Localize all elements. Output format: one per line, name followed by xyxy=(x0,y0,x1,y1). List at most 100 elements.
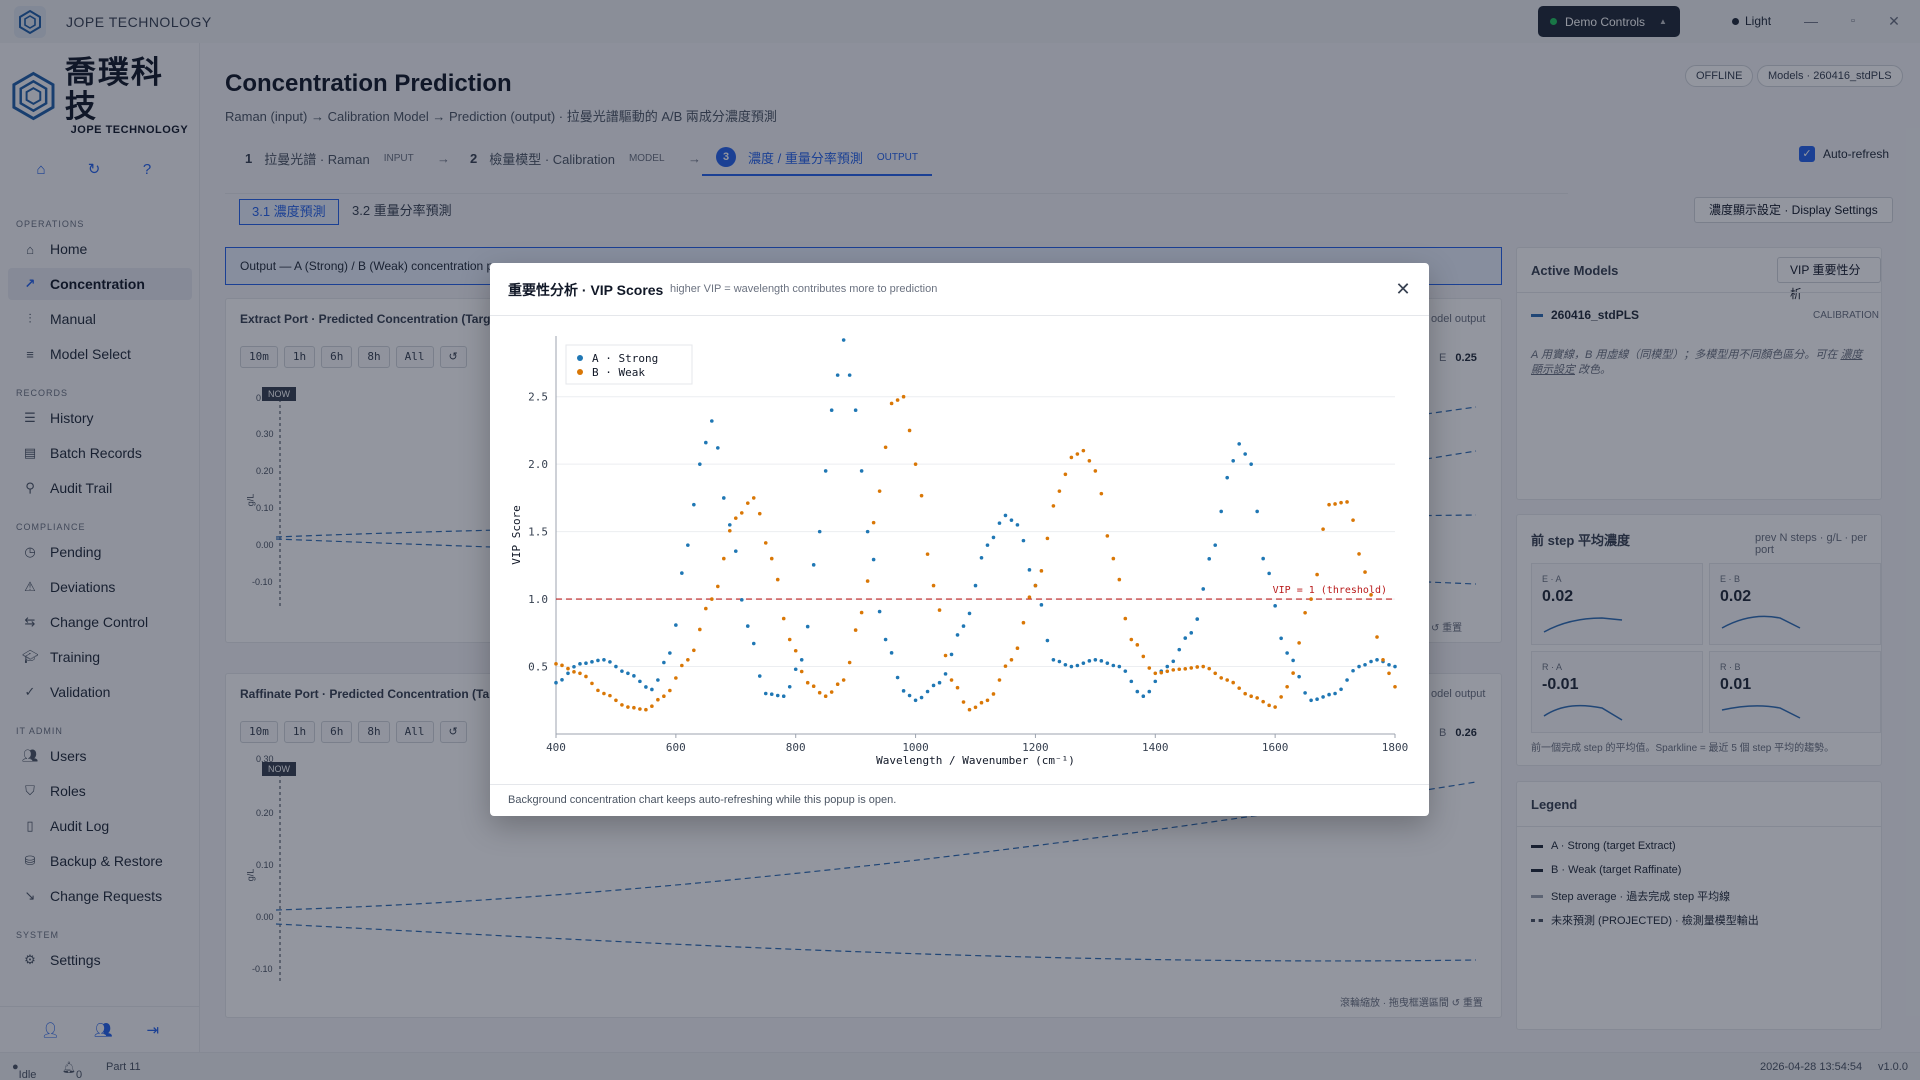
series-point-b xyxy=(919,493,924,498)
series-point-a xyxy=(662,660,666,665)
legend-label: B · Weak xyxy=(592,366,645,379)
x-tick-label: 1200 xyxy=(1022,741,1049,754)
series-point-b xyxy=(680,663,684,668)
series-point-a xyxy=(1021,538,1026,543)
series-point-b xyxy=(1351,518,1355,522)
series-point-a xyxy=(979,555,984,560)
series-point-b xyxy=(1135,643,1140,647)
vip-scatter-chart[interactable]: 0.5 1.0 1.5 2.0 2.5 400 600 800 1000 1200 1400 1600… xyxy=(490,316,1429,784)
series-point-b xyxy=(1171,668,1176,672)
series-point-b xyxy=(805,680,810,685)
series-point-b xyxy=(554,662,558,666)
series-point-a xyxy=(602,657,606,662)
series-point-b xyxy=(1255,696,1259,700)
series-point-a xyxy=(632,674,636,678)
series-point-b xyxy=(1315,572,1319,577)
series-point-b xyxy=(1339,500,1343,505)
series-point-b xyxy=(1363,570,1367,574)
series-point-b xyxy=(943,653,948,658)
series-point-b xyxy=(1261,699,1265,704)
series-point-a xyxy=(769,692,774,697)
series-point-a xyxy=(1015,523,1020,527)
series-point-a xyxy=(1063,662,1068,667)
series-point-a xyxy=(644,685,648,689)
series-point-a xyxy=(704,440,708,445)
series-point-b xyxy=(698,627,702,632)
series-point-b xyxy=(1183,667,1188,671)
series-point-b xyxy=(1219,676,1224,680)
series-point-a xyxy=(859,469,864,473)
series-point-a xyxy=(889,651,894,655)
series-point-a xyxy=(913,698,918,703)
close-icon[interactable]: ✕ xyxy=(1389,275,1417,303)
series-point-b xyxy=(1093,469,1098,473)
series-point-a xyxy=(1393,664,1397,669)
series-point-b xyxy=(1147,666,1152,670)
series-point-a xyxy=(614,664,618,669)
legend-label: A · Strong xyxy=(592,352,658,365)
series-point-a xyxy=(775,693,780,698)
series-point-a xyxy=(1315,697,1319,702)
series-point-b xyxy=(883,445,888,450)
series-point-a xyxy=(578,662,582,666)
series-point-b xyxy=(799,669,804,674)
x-tick-label: 1000 xyxy=(902,741,929,754)
series-point-b xyxy=(823,694,828,699)
series-point-b xyxy=(710,597,714,601)
series-point-b xyxy=(1039,569,1044,573)
series-point-b xyxy=(1291,671,1295,675)
series-point-a xyxy=(841,338,846,342)
series-point-b xyxy=(1129,637,1134,642)
series-point-b xyxy=(722,556,726,561)
series-point-b xyxy=(967,707,972,712)
series-point-b xyxy=(1141,654,1146,659)
series-point-a xyxy=(1231,458,1235,463)
series-point-a xyxy=(745,624,750,628)
series-point-a xyxy=(1369,659,1373,664)
series-point-b xyxy=(1009,657,1014,662)
series-point-b xyxy=(1015,646,1020,651)
series-point-b xyxy=(727,528,732,533)
series-point-a xyxy=(817,529,822,534)
series-point-a xyxy=(1333,691,1337,696)
series-point-a xyxy=(961,624,966,628)
series-point-a xyxy=(1087,659,1092,663)
series-point-a xyxy=(781,694,786,699)
series-point-b xyxy=(877,489,882,493)
series-point-a xyxy=(692,502,696,507)
series-point-b xyxy=(985,698,990,703)
series-point-a xyxy=(883,637,888,642)
series-point-a xyxy=(919,695,924,700)
series-point-b xyxy=(925,552,930,556)
series-point-a xyxy=(1237,442,1241,446)
series-point-a xyxy=(1285,651,1289,655)
series-point-b xyxy=(1375,635,1379,639)
series-point-a xyxy=(638,679,642,684)
series-point-b xyxy=(650,704,654,709)
series-point-a xyxy=(1225,475,1229,480)
series-point-a xyxy=(925,689,930,694)
series-point-a xyxy=(1279,636,1283,641)
x-tick-label: 1800 xyxy=(1382,741,1409,754)
modal-footer: Background concentration chart keeps aut… xyxy=(490,784,1429,816)
series-point-b xyxy=(817,690,822,695)
series-point-b xyxy=(1303,610,1307,615)
series-point-a xyxy=(560,677,564,682)
series-point-b xyxy=(1063,472,1068,477)
series-point-b xyxy=(1381,657,1385,662)
series-point-a xyxy=(1177,647,1182,652)
y-axis-label: VIP Score xyxy=(510,505,523,565)
series-point-a xyxy=(823,469,828,473)
series-point-a xyxy=(1141,694,1146,699)
series-point-b xyxy=(1243,691,1247,696)
series-point-b xyxy=(1285,684,1289,689)
series-point-b xyxy=(590,681,594,686)
x-axis-label: Wavelength / Wavenumber (cm⁻¹) xyxy=(876,754,1075,767)
series-point-b xyxy=(560,663,564,668)
series-point-a xyxy=(716,446,720,450)
series-point-b xyxy=(931,583,936,588)
series-point-b xyxy=(1033,583,1038,588)
series-point-b xyxy=(829,690,834,694)
series-point-a xyxy=(584,661,588,666)
series-point-b xyxy=(859,610,864,615)
